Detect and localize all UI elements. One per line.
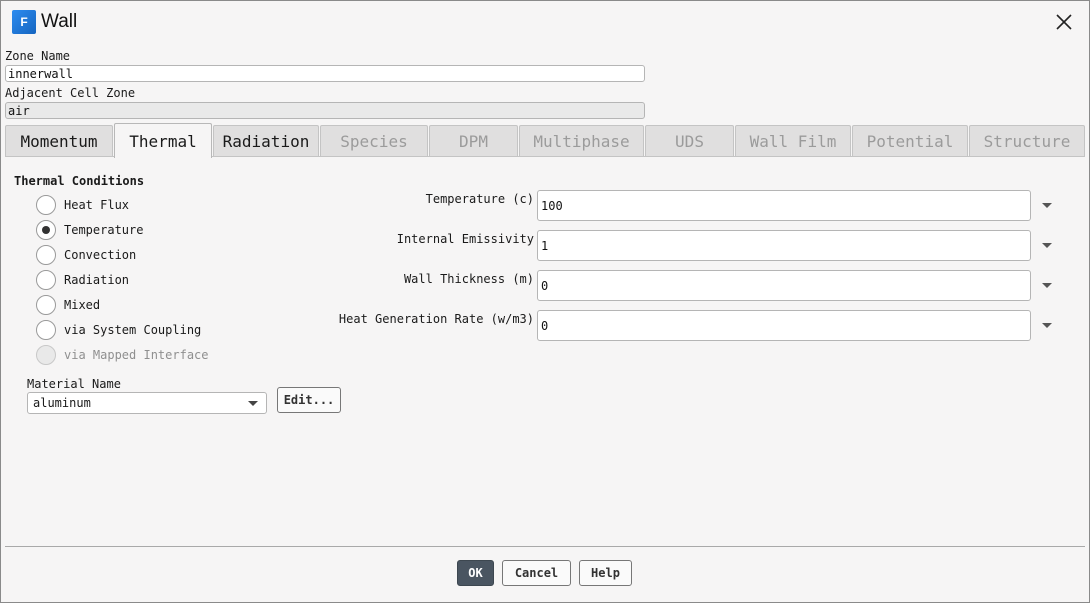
radio-via-system-coupling[interactable]: via System Coupling	[36, 320, 201, 340]
tab-dpm: DPM	[429, 125, 518, 157]
zone-name-label: Zone Name	[5, 49, 71, 63]
radio-label: Mixed	[64, 298, 101, 312]
radio-button-icon	[36, 345, 56, 365]
tab-radiation[interactable]: Radiation	[213, 125, 319, 157]
material-name-select[interactable]: aluminum	[27, 392, 267, 414]
radio-radiation[interactable]: Radiation	[36, 270, 129, 290]
tab-structure: Structure	[969, 125, 1085, 157]
tab-multiphase: Multiphase	[519, 125, 644, 157]
chevron-down-icon[interactable]	[1042, 323, 1052, 328]
internal-emissivity-label: Internal Emissivity	[396, 232, 534, 246]
heat-generation-rate-input[interactable]	[537, 310, 1031, 341]
radio-label: Radiation	[64, 273, 130, 287]
app-icon-letter: F	[20, 15, 28, 29]
tab-thermal[interactable]: Thermal	[114, 123, 212, 158]
dialog-frame	[0, 0, 1090, 603]
thermal-conditions-title: Thermal Conditions	[14, 174, 145, 188]
radio-heat-flux[interactable]: Heat Flux	[36, 195, 129, 215]
ok-button[interactable]: OK	[457, 560, 494, 586]
zone-name-field[interactable]	[5, 65, 645, 82]
tab-uds: UDS	[645, 125, 734, 157]
radio-button-icon[interactable]	[36, 220, 56, 240]
wall-thickness-input[interactable]	[537, 270, 1031, 301]
material-name-value: aluminum	[33, 396, 91, 410]
chevron-down-icon[interactable]	[1042, 243, 1052, 248]
adjacent-cell-zone-field	[5, 102, 645, 119]
footer-divider	[5, 546, 1085, 547]
edit-material-button[interactable]: Edit...	[277, 387, 341, 413]
tab-species: Species	[320, 125, 428, 157]
tab-momentum[interactable]: Momentum	[5, 125, 113, 157]
heat-generation-rate-label: Heat Generation Rate (w/m3)	[338, 312, 534, 326]
radio-button-icon[interactable]	[36, 270, 56, 290]
cancel-button[interactable]: Cancel	[502, 560, 571, 586]
tab-wall-film: Wall Film	[735, 125, 851, 157]
fluent-app-icon: F	[12, 10, 36, 34]
chevron-down-icon[interactable]	[1042, 283, 1052, 288]
radio-temperature[interactable]: Temperature	[36, 220, 143, 240]
chevron-down-icon[interactable]	[1042, 203, 1052, 208]
material-name-label: Material Name	[27, 377, 121, 391]
chevron-down-icon	[248, 401, 258, 406]
title-bar: F Wall	[0, 0, 1090, 44]
radio-label: Convection	[64, 248, 137, 262]
radio-label: via System Coupling	[64, 323, 202, 337]
close-icon	[1056, 14, 1072, 30]
temperature-input[interactable]	[537, 190, 1031, 221]
wall-thickness-label: Wall Thickness (m)	[403, 272, 534, 286]
radio-convection[interactable]: Convection	[36, 245, 136, 265]
adjacent-cell-zone-label: Adjacent Cell Zone	[5, 86, 136, 100]
radio-button-icon[interactable]	[36, 295, 56, 315]
radio-button-icon[interactable]	[36, 320, 56, 340]
radio-label: Temperature	[64, 223, 144, 237]
radio-label: Heat Flux	[64, 198, 130, 212]
radio-button-icon[interactable]	[36, 195, 56, 215]
radio-label: via Mapped Interface	[64, 348, 209, 362]
radio-via-mapped-interface: via Mapped Interface	[36, 345, 209, 365]
internal-emissivity-input[interactable]	[537, 230, 1031, 261]
window-title: Wall	[41, 11, 78, 32]
radio-mixed[interactable]: Mixed	[36, 295, 100, 315]
close-button[interactable]	[1052, 10, 1076, 34]
tab-potential: Potential	[852, 125, 968, 157]
temperature-label: Temperature (c)	[425, 192, 534, 206]
help-button[interactable]: Help	[579, 560, 632, 586]
radio-button-icon[interactable]	[36, 245, 56, 265]
